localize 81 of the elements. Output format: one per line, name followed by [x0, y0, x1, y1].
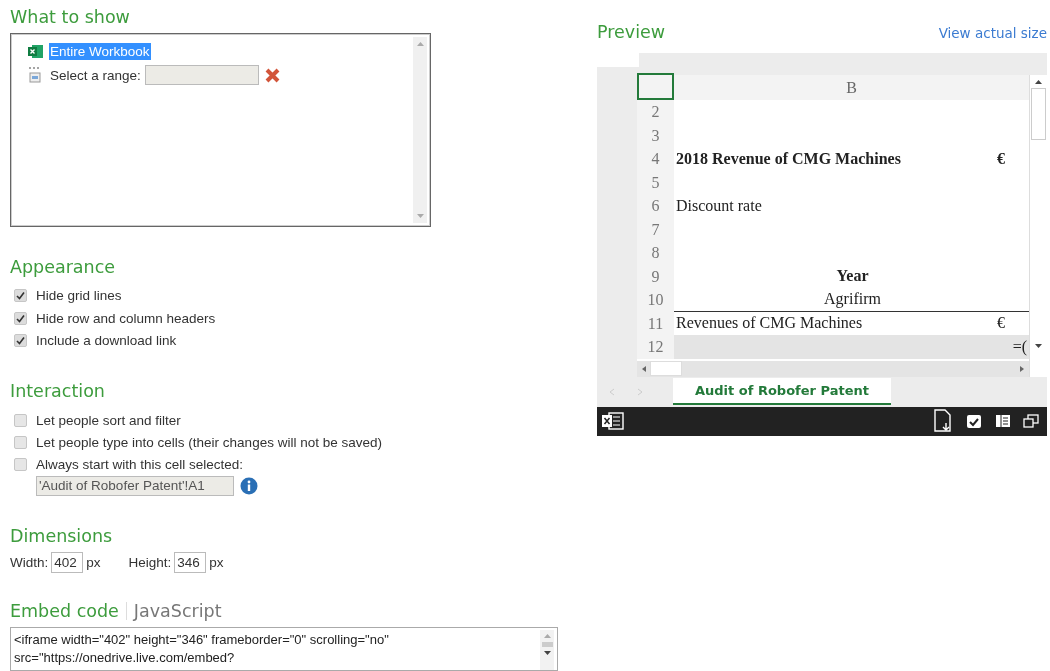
section-title: Interaction — [10, 381, 106, 402]
cell-value: € — [997, 314, 1006, 333]
row-number: 12 — [637, 335, 674, 359]
section-title: Dimensions — [10, 525, 114, 546]
tab[interactable]: Embed code — [10, 600, 119, 621]
row-number: 11 — [637, 311, 674, 335]
range-field[interactable] — [144, 65, 259, 85]
view-actual-size-link[interactable]: View actual size — [938, 25, 1047, 41]
scrollbar[interactable] — [540, 629, 554, 670]
sheet-row[interactable]: 10 Agrifirm — [637, 288, 1029, 312]
range-icon — [27, 66, 44, 84]
scroll-right-icon[interactable] — [1019, 364, 1025, 373]
sheet-row[interactable]: 7 — [637, 217, 1029, 241]
unit-label: px — [86, 554, 101, 570]
unit-label: px — [209, 554, 224, 570]
save-icon[interactable] — [965, 412, 983, 430]
sheet-row[interactable]: 9 Year — [637, 264, 1029, 288]
scroll-down-icon[interactable] — [542, 649, 552, 656]
checkbox[interactable] — [14, 333, 27, 347]
popout-icon[interactable] — [1023, 414, 1039, 428]
list-item[interactable]: Select a range: — [49, 66, 142, 84]
cell-text: Agrifirm — [823, 290, 882, 309]
sheet-tab[interactable]: Audit of Robofer Patent — [673, 378, 891, 405]
scroll-down-icon[interactable] — [1034, 342, 1043, 349]
sheet-row[interactable]: 5 — [637, 170, 1029, 194]
checkbox-label: Let people type into cells (their changes will not be saved) — [36, 435, 382, 450]
panel-icon[interactable] — [995, 414, 1011, 428]
sheet-row[interactable]: 6 Discount rate — [637, 194, 1029, 218]
row-number: 10 — [637, 288, 674, 312]
tab[interactable]: JavaScript — [133, 600, 222, 621]
info-icon[interactable] — [240, 476, 258, 495]
close-icon[interactable] — [263, 66, 281, 84]
cell-value: =( — [1012, 337, 1028, 356]
row-number: 8 — [637, 241, 674, 265]
sheet-row[interactable]: 4 2018 Revenue of CMG Machines € — [637, 147, 1029, 171]
sheet-row[interactable]: 11 Revenues of CMG Machines € — [637, 311, 1029, 335]
row-number: 2 — [637, 100, 674, 124]
checkbox-label: Include a download link — [36, 332, 177, 348]
checkbox[interactable] — [14, 289, 27, 303]
row-number: 7 — [637, 217, 674, 241]
row-number: 9 — [637, 264, 674, 288]
checkbox-label: Hide grid lines — [36, 288, 122, 304]
section-title: Appearance — [10, 256, 117, 277]
row-number: 4 — [637, 147, 674, 171]
scrollbar[interactable] — [1029, 75, 1047, 377]
field-label: Width: — [10, 554, 49, 570]
spreadsheet-icon[interactable] — [600, 411, 626, 431]
row-number: 6 — [637, 194, 674, 218]
row-number: 3 — [637, 123, 674, 147]
checkbox-label: Let people sort and filter — [36, 412, 181, 428]
sheet-row[interactable]: 8 — [637, 241, 1029, 265]
scroll-thumb[interactable] — [1031, 88, 1046, 140]
scroll-up-icon[interactable] — [1034, 79, 1043, 85]
checkbox-label: Always start with this cell selected: — [36, 457, 244, 473]
select-all-cell[interactable] — [637, 73, 674, 100]
sheet-row[interactable]: 3 — [637, 123, 1029, 147]
checkbox[interactable] — [14, 458, 27, 472]
code-text: <iframe width="402" height="346" frameborder="0" scrolling="no" src="https://onedrive.live.com/embed? — [13, 630, 390, 667]
checkbox[interactable] — [14, 436, 27, 449]
scroll-thumb[interactable] — [650, 361, 682, 376]
row-number: 5 — [637, 170, 674, 194]
download-icon[interactable] — [933, 409, 953, 433]
section-title: Preview — [597, 22, 666, 42]
section-title: What to show — [10, 7, 131, 27]
checkbox[interactable] — [14, 413, 27, 427]
checkbox[interactable] — [14, 311, 27, 325]
cell-text: Revenues of CMG Machines — [676, 314, 864, 333]
scroll-thumb[interactable] — [541, 641, 553, 647]
code-box[interactable]: <iframe width="402" height="346" frameborder="0" scrolling="no" src="https://onedrive.live.com/embed? — [10, 626, 558, 671]
field-label: Height: — [128, 554, 172, 570]
cell-text: Discount rate — [676, 196, 763, 215]
input-field[interactable]: 346 — [174, 551, 207, 573]
input-field[interactable]: 402 — [51, 551, 84, 573]
checkbox-label: Hide row and column headers — [36, 310, 216, 326]
sheet-row[interactable]: 2 — [637, 100, 1029, 124]
spreadsheet-icon — [27, 43, 44, 59]
cell-value: € — [997, 149, 1006, 168]
cell-text: 2018 Revenue of CMG Machines — [676, 149, 902, 168]
scroll-left-icon[interactable] — [641, 364, 647, 373]
cell-text: Year — [835, 267, 870, 286]
scrollbar[interactable] — [637, 360, 1029, 377]
